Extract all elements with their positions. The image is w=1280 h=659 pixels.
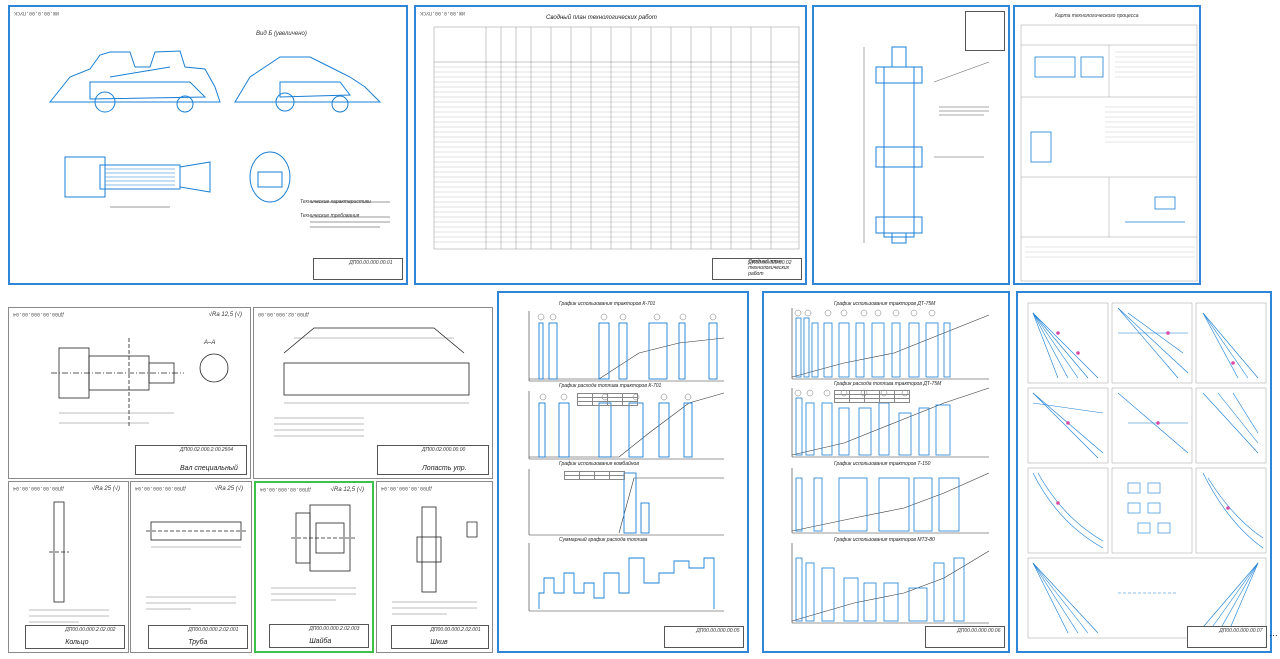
title-block-code: ДП00.00.000.00.07 [1219, 628, 1263, 634]
drawing-sheet-tube[interactable]: ДП00.00.000.00.04 √Ra 25 (√) ДП00.00.000… [130, 481, 252, 653]
drawing-sheet-special-shaft[interactable]: ДП00.00.000.00.04 √Ra 12,5 (√) А–А ДП00.… [8, 307, 251, 479]
title-block-code: ДП00.00.000.00.06 [957, 628, 1001, 634]
legend-table [834, 390, 910, 403]
spec-title-2: Технические требования [300, 213, 360, 219]
title-block-code: ДП00.00.000.2.02.003 [309, 626, 360, 632]
drawing-sheet-assembly[interactable]: ИЖ.00.0.00.ПУСК Вид Б (увеличено) Технич… [8, 5, 408, 285]
drawing-sheet-washer-selected[interactable]: ДП00.00.000.00.04 √Ra 12,5 (√) ДП00.00.0… [254, 481, 374, 653]
title-block: ДП00.00.000.00.07 [1187, 626, 1267, 648]
title-block-name: Труба [188, 639, 208, 646]
legend-table [577, 393, 638, 406]
title-block: ДП00.00.000.00.06 [925, 626, 1005, 648]
title-block-code: ДП00.00.000.2.02.001 [430, 627, 481, 633]
title-block-name: Вал специальный [180, 465, 238, 472]
view-label: Вид Б (увеличено) [256, 31, 307, 37]
plan-table [433, 26, 800, 250]
process-card [1020, 24, 1198, 282]
title-block-code: ДП00.00.000.00.01 [349, 260, 393, 266]
kinematic-diagrams [1027, 302, 1267, 639]
usage-graphs-dt75 [791, 308, 990, 624]
drawing-sheet-kinematics[interactable]: ДП00.00.000.00.07 [1016, 291, 1272, 653]
title-block-name: Лопасть упр. [422, 465, 467, 472]
title-block: ДП00.00.000.00.05 [664, 626, 744, 648]
title-block: ДП00.00.000.2.02.003 Шайба [269, 624, 369, 648]
title-block-name: Сводный план технологических работ [748, 259, 790, 277]
combine-drawing [48, 50, 390, 228]
drawing-sheet-table[interactable]: ИЖ.00.0.00.ПУСК Сводный план технологиче… [414, 5, 807, 285]
trailing-ellipsis: … [1269, 628, 1278, 638]
drawing-sheet-ring[interactable]: ДП00.00.000.00.04 √Ra 25 (√) ДП00.00.000… [8, 481, 129, 653]
title-block-code: ДП00.02.000.2.00.2504 [180, 447, 234, 453]
drawing-sheet-pulley[interactable]: ДП00.00.000.00.04 ДП00.00.000.2.02.001 Ш… [376, 481, 493, 653]
drawing-sheet-blade[interactable]: ДП00.02.000.00.00 ДП00.02.000.00.00 Лопа… [253, 307, 493, 479]
title-block-name: Кольцо [65, 639, 89, 646]
drawing-sheet-shaft[interactable] [812, 5, 1010, 285]
title-block-code: ДП00.00.000.00.05 [696, 628, 740, 634]
title-block: ДП00.02.000.2.00.2504 Вал специальный [135, 445, 247, 475]
title-block: ДП00.00.000.2.02.001 Шкив [391, 625, 489, 649]
title-block: ДП00.02.000.00.00 Лопасть упр. [377, 445, 489, 475]
title-block: ДП00.00.000.2.02.001 Труба [148, 625, 248, 649]
title-block-name: Шайба [309, 638, 332, 645]
title-block-code: ДП00.00.000.2.02.001 [188, 627, 239, 633]
spec-title: Технические характеристики [300, 199, 371, 205]
title-block [965, 11, 1005, 51]
title-block-code: ДП00.00.000.2.02.002 [65, 627, 116, 633]
title-block: ДП00.00.000.2.02.002 Кольцо [25, 625, 125, 649]
legend-table [564, 471, 625, 480]
title-block: ДП00.00.000.00.01 [313, 258, 403, 280]
drawing-sheet-graphs-1[interactable]: График использования тракторов К-701 Гра… [497, 291, 749, 653]
title-block-code: ДП00.02.000.00.00 [422, 447, 466, 453]
title-block: ДП00.00.000.00.02 Сводный план технологи… [712, 258, 802, 280]
drawing-sheet-process-card[interactable]: Карта технологического процесса [1013, 5, 1201, 285]
title-block-name: Шкив [430, 639, 448, 646]
drawing-sheet-graphs-2[interactable]: График использования тракторов ДТ-75М Гр… [762, 291, 1010, 653]
